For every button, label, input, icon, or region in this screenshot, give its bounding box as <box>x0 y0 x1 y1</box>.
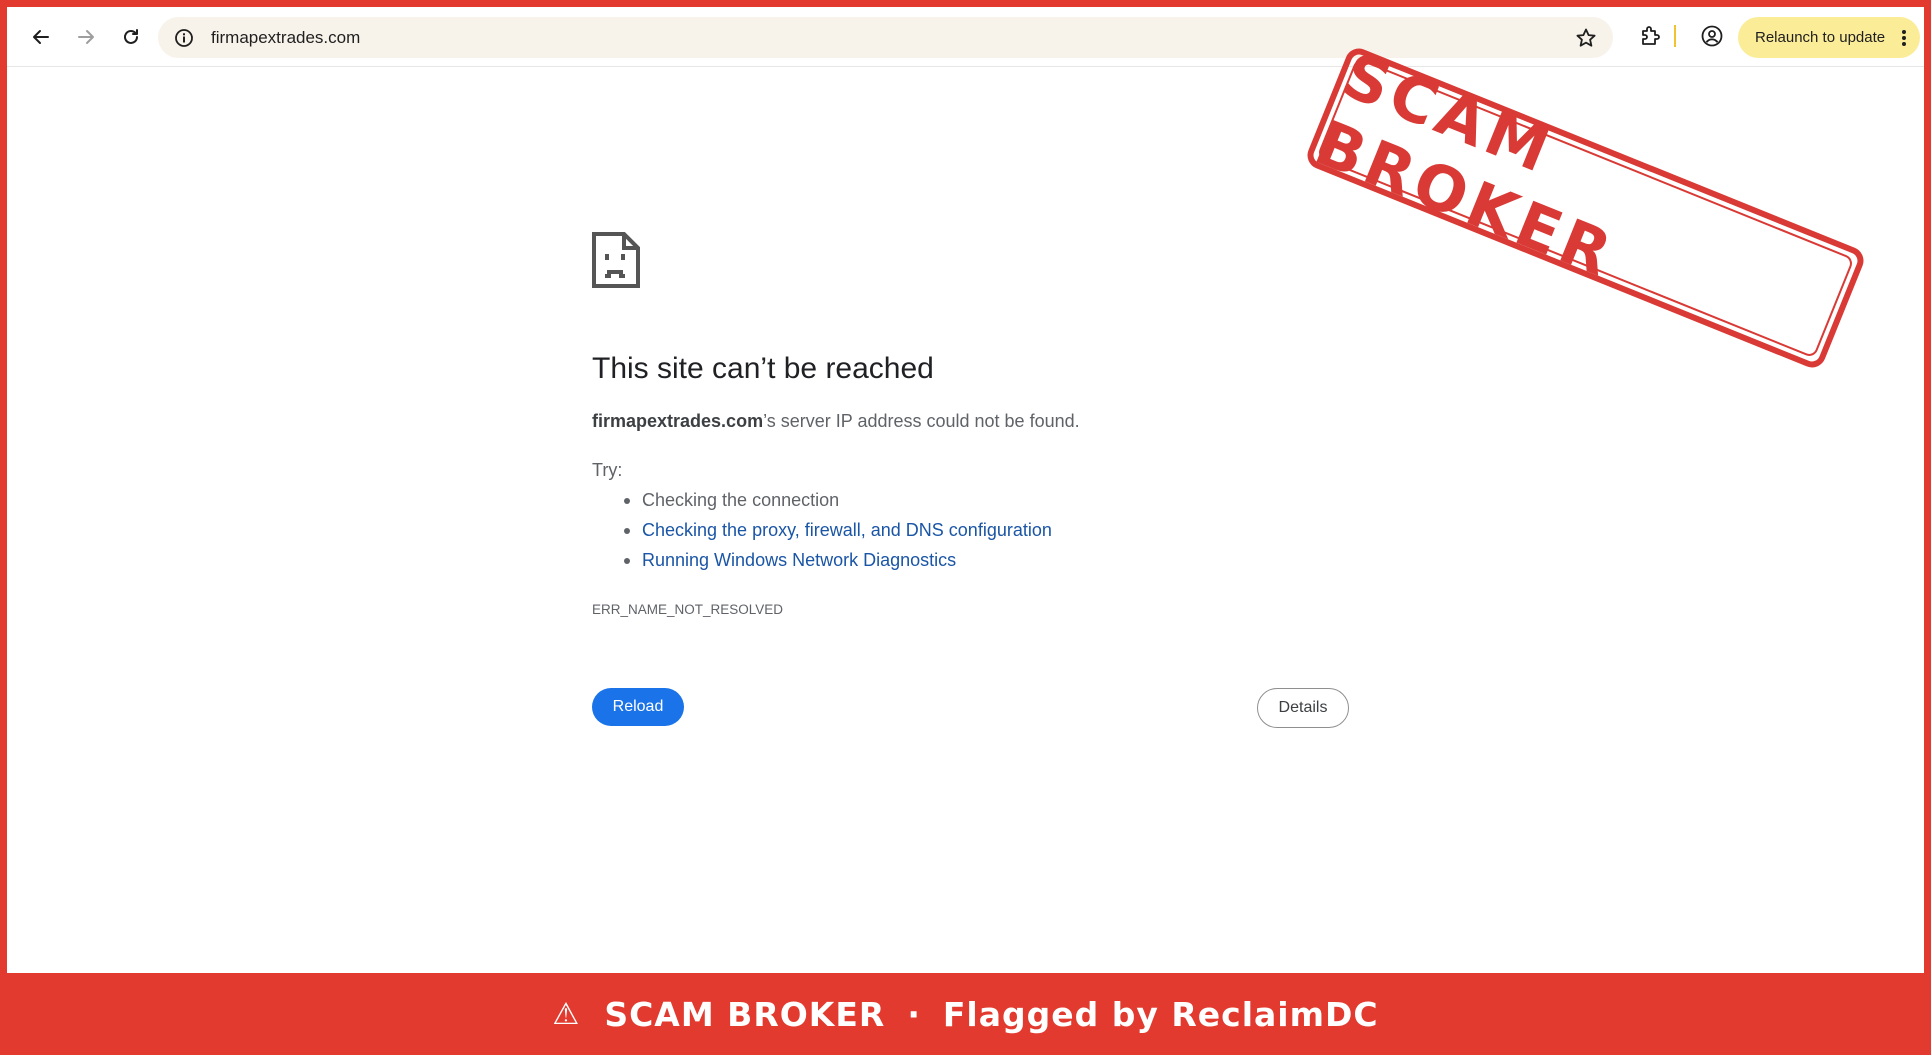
refresh-icon <box>124 29 138 44</box>
star-icon[interactable] <box>1575 27 1597 49</box>
profile-avatar-icon[interactable] <box>1700 24 1724 48</box>
extensions-puzzle-icon[interactable] <box>1638 24 1662 48</box>
sad-document-icon <box>592 232 640 288</box>
toolbar-divider <box>1674 25 1676 47</box>
error-code: ERR_NAME_NOT_RESOLVED <box>592 602 784 617</box>
scam-warning-banner: ⚠ SCAM BROKER · Flagged by ReclaimDC <box>0 973 1931 1055</box>
details-button[interactable]: Details <box>1257 688 1349 728</box>
browser-toolbar: firmapextrades.com Relaunch to update <box>7 7 1924 67</box>
arrow-left-icon <box>33 30 49 44</box>
relaunch-label: Relaunch to update <box>1755 29 1886 46</box>
try-label: Try: <box>592 460 623 480</box>
browser-window: firmapextrades.com Relaunch to update Th… <box>7 7 1924 973</box>
error-domain: firmapextrades.com <box>592 411 764 431</box>
url-text[interactable]: firmapextrades.com <box>211 28 360 48</box>
suggestion-check-connection: Checking the connection <box>624 485 1052 515</box>
suggestion-list: Checking the connection Checking the pro… <box>592 485 1052 575</box>
banner-flagged-text: Flagged by ReclaimDC <box>942 994 1379 1034</box>
banner-separator: · <box>907 994 921 1034</box>
stamp-text: SCAM BROKER <box>1305 38 1626 292</box>
relaunch-to-update-button[interactable]: Relaunch to update <box>1738 17 1920 58</box>
suggestion-check-proxy-link[interactable]: Checking the proxy, firewall, and DNS co… <box>624 515 1052 545</box>
info-icon[interactable] <box>174 28 194 48</box>
forward-button[interactable] <box>69 20 103 54</box>
scam-broker-stamp: SCAM BROKER <box>1303 38 1868 372</box>
error-description-text: ’s server IP address could not be found. <box>763 411 1080 431</box>
error-description: firmapextrades.com’s server IP address c… <box>592 411 1080 432</box>
reload-button[interactable]: Reload <box>592 688 684 726</box>
suggestion-network-diagnostics-link[interactable]: Running Windows Network Diagnostics <box>624 545 1052 575</box>
error-title: This site can’t be reached <box>592 352 934 385</box>
back-button[interactable] <box>24 20 58 54</box>
refresh-button[interactable] <box>114 20 148 54</box>
banner-label: SCAM BROKER <box>604 994 886 1034</box>
warning-icon: ⚠ <box>552 996 581 1032</box>
arrow-right-icon <box>78 30 94 44</box>
kebab-menu-icon[interactable] <box>1900 29 1908 47</box>
